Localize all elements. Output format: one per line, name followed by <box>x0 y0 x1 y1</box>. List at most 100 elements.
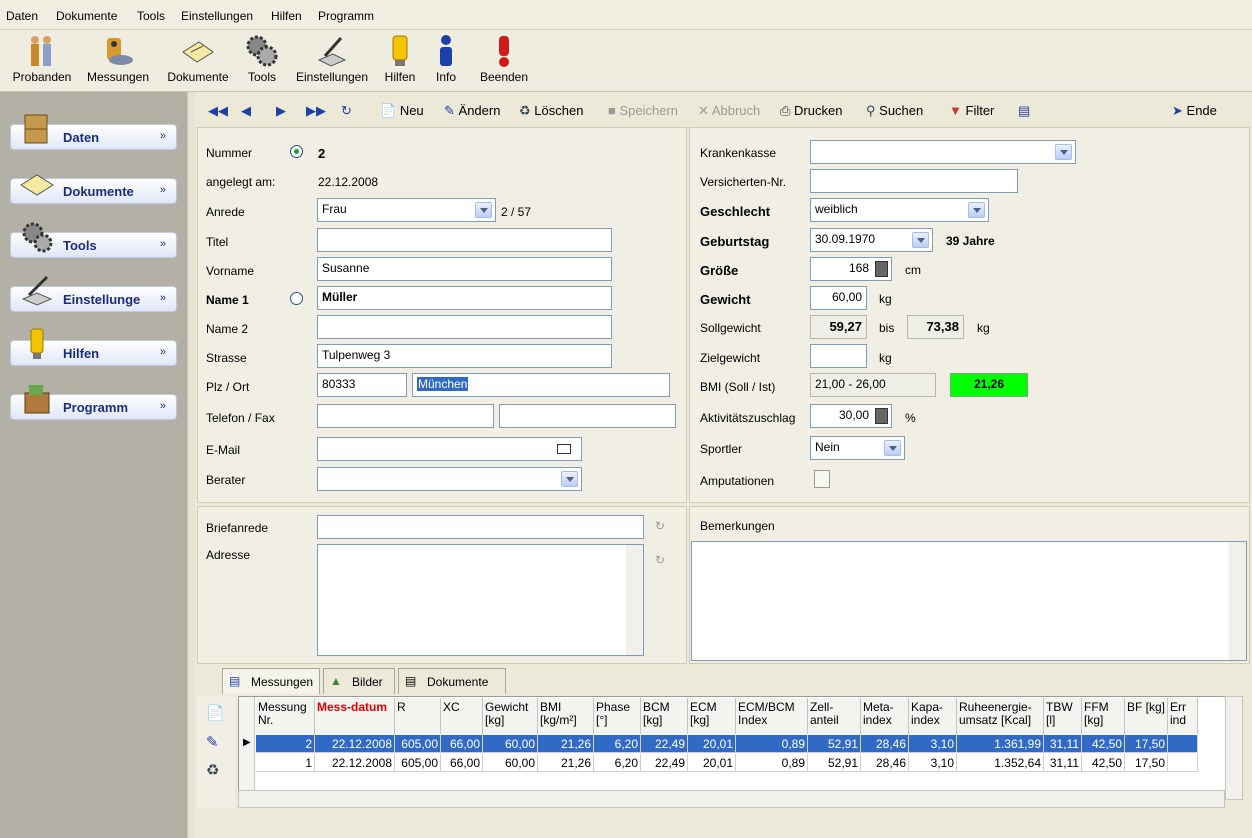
name1-field[interactable]: Müller <box>317 286 612 310</box>
refresh-icon[interactable]: ↻ <box>341 103 352 119</box>
grid-cell[interactable]: 60,00 <box>483 735 538 753</box>
fax-field[interactable] <box>499 404 676 428</box>
grid-cell[interactable]: 0,89 <box>736 735 808 753</box>
bemerkungen-field[interactable] <box>691 541 1247 661</box>
grid-vertical-scrollbar[interactable] <box>1225 696 1243 800</box>
grid-header-9[interactable]: ECM/BCM Index <box>736 698 808 734</box>
grid-cell[interactable]: 52,91 <box>808 754 861 772</box>
trash-icon[interactable]: ♻ <box>206 761 219 779</box>
delete-button[interactable]: ♻ Löschen <box>519 103 583 119</box>
geschlecht-select[interactable]: weiblich <box>810 198 989 222</box>
versnr-field[interactable] <box>810 169 1018 193</box>
sportler-select[interactable]: Nein <box>810 436 905 460</box>
grid-header-7[interactable]: BCM [kg] <box>641 698 688 734</box>
grid-cell[interactable]: 17,50 <box>1125 735 1168 753</box>
grid-cell[interactable]: 20,01 <box>688 735 736 753</box>
grid-cell[interactable]: 6,20 <box>594 735 641 753</box>
grid-cell[interactable]: 28,46 <box>861 735 909 753</box>
grid-header-17[interactable]: Err ind <box>1168 698 1198 734</box>
grid-cell[interactable]: 60,00 <box>483 754 538 772</box>
name1-radio[interactable] <box>290 292 303 305</box>
sidebar-item-daten[interactable]: Daten » <box>10 114 177 150</box>
grid-cell[interactable]: 20,01 <box>688 754 736 772</box>
grid-horizontal-scrollbar[interactable] <box>238 790 1225 808</box>
pen-icon[interactable]: ✎ <box>206 733 219 751</box>
chevron-down-icon[interactable] <box>884 440 901 456</box>
grid-header-1[interactable]: Mess-datum <box>315 698 395 734</box>
chevron-down-icon[interactable] <box>561 471 578 487</box>
berater-select[interactable] <box>317 467 582 491</box>
grid-cell[interactable]: 22.12.2008 <box>315 735 395 753</box>
grid-cell[interactable]: 17,50 <box>1125 754 1168 772</box>
grid-cell[interactable]: 605,00 <box>395 754 441 772</box>
menu-hilfen[interactable]: Hilfen <box>271 9 302 23</box>
grid-cell[interactable]: 31,11 <box>1044 735 1082 753</box>
grid-header-11[interactable]: Meta-index <box>861 698 909 734</box>
calculator-icon[interactable] <box>875 408 888 424</box>
grid-cell[interactable]: 1 <box>256 754 315 772</box>
grid-header-4[interactable]: Gewicht [kg] <box>483 698 538 734</box>
grid-cell[interactable]: 0,89 <box>736 754 808 772</box>
telefon-field[interactable] <box>317 404 494 428</box>
strasse-field[interactable]: Tulpenweg 3 <box>317 344 612 368</box>
sidebar-item-tools[interactable]: Tools » <box>10 222 177 258</box>
grid-header-12[interactable]: Kapa-index <box>909 698 957 734</box>
grid-cell[interactable]: 21,26 <box>538 735 594 753</box>
grid-header-3[interactable]: XC <box>441 698 483 734</box>
sidebar-item-einstellungen[interactable]: Einstellunge » <box>10 275 177 312</box>
cancel-button[interactable]: ✕ Abbruch <box>698 103 760 119</box>
grid-cell[interactable]: 3,10 <box>909 754 957 772</box>
email-icon[interactable] <box>557 444 571 454</box>
grid-cell[interactable]: 6,20 <box>594 754 641 772</box>
grid-cell[interactable]: 22,49 <box>641 735 688 753</box>
nummer-radio[interactable] <box>290 145 303 158</box>
beenden-button[interactable]: Beenden <box>474 34 534 84</box>
chevron-down-icon[interactable] <box>912 232 929 248</box>
hilfen-button[interactable]: Hilfen <box>380 34 420 84</box>
tab-dokumente[interactable]: ▤ Dokumente <box>398 668 506 694</box>
edit-button[interactable]: ✎ Ändern <box>444 103 500 119</box>
adresse-field[interactable] <box>317 544 644 656</box>
grid-header-15[interactable]: FFM [kg] <box>1082 698 1125 734</box>
prev-record-icon[interactable]: ◀ <box>241 103 251 119</box>
grid-cell[interactable]: 1.361,99 <box>957 735 1044 753</box>
new-icon[interactable]: 📄 <box>206 704 225 722</box>
aktivitaet-field[interactable]: 30,00 <box>810 404 892 428</box>
groesse-field[interactable]: 168 <box>810 257 892 281</box>
bemerkungen-scrollbar[interactable] <box>1229 542 1246 660</box>
new-button[interactable]: 📄 Neu <box>380 103 424 119</box>
grid-header-6[interactable]: Phase [°] <box>594 698 641 734</box>
anrede-select[interactable]: Frau <box>317 198 496 222</box>
grid-header-16[interactable]: BF [kg] <box>1125 698 1168 734</box>
titel-field[interactable] <box>317 228 612 252</box>
info-button[interactable]: Info <box>428 34 464 84</box>
sidebar-item-hilfen[interactable]: Hilfen » <box>10 328 177 366</box>
messungen-button[interactable]: Messungen <box>82 34 154 84</box>
grid-cell[interactable]: 2 <box>256 735 315 753</box>
ort-field[interactable]: München <box>412 373 670 397</box>
menu-dokumente[interactable]: Dokumente <box>56 9 117 23</box>
grid-header-8[interactable]: ECM [kg] <box>688 698 736 734</box>
tab-messungen[interactable]: ▤ Messungen <box>222 668 320 694</box>
grid-cell[interactable] <box>1168 754 1198 772</box>
grid-cell[interactable]: 66,00 <box>441 735 483 753</box>
grid-cell[interactable]: 42,50 <box>1082 735 1125 753</box>
email-field[interactable] <box>317 437 582 461</box>
grid-cell[interactable]: 3,10 <box>909 735 957 753</box>
end-button[interactable]: ➤ Ende <box>1172 103 1217 119</box>
grid-cell[interactable]: 52,91 <box>808 735 861 753</box>
vorname-field[interactable]: Susanne <box>317 257 612 281</box>
calculator-icon[interactable] <box>875 261 888 277</box>
menu-daten[interactable]: Daten <box>6 9 38 23</box>
grid-cell[interactable]: 22.12.2008 <box>315 754 395 772</box>
zielgewicht-field[interactable] <box>810 344 867 368</box>
grid-header-14[interactable]: TBW [l] <box>1044 698 1082 734</box>
tools-button[interactable]: Tools <box>242 34 282 84</box>
plz-field[interactable]: 80333 <box>317 373 407 397</box>
save-button[interactable]: ■ Speichern <box>608 103 678 118</box>
grid-header-5[interactable]: BMI [kg/m²] <box>538 698 594 734</box>
chevron-down-icon[interactable] <box>475 202 492 218</box>
krankenkasse-select[interactable] <box>810 140 1076 164</box>
grid-cell[interactable]: 22,49 <box>641 754 688 772</box>
grid-header-10[interactable]: Zell-anteil <box>808 698 861 734</box>
